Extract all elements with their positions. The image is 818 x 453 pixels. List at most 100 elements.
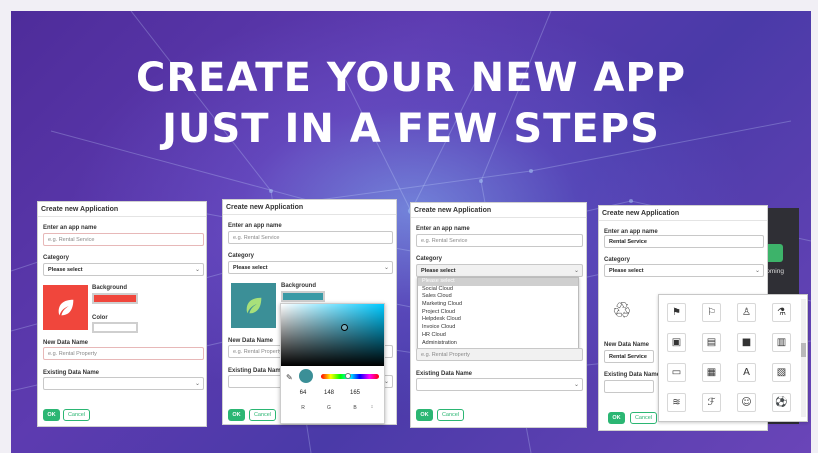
current-color-preview — [299, 369, 313, 383]
cancel-button[interactable]: Cancel — [63, 409, 90, 421]
form-icon[interactable]: ℱ — [702, 393, 721, 412]
category-option[interactable]: Please select — [418, 278, 578, 286]
category-option[interactable]: Social Cloud — [418, 286, 578, 294]
ok-button[interactable]: OK — [43, 409, 60, 421]
existing-data-select[interactable] — [604, 380, 654, 393]
existing-data-select[interactable]: ⌄ — [416, 378, 583, 391]
icon-panel-scrollbar[interactable] — [801, 299, 806, 417]
data-name-input[interactable]: e.g. Rental Property — [416, 348, 583, 361]
saturation-area[interactable] — [281, 304, 384, 366]
app-icon-preview[interactable] — [43, 285, 88, 330]
cancel-button[interactable]: Cancel — [630, 412, 657, 424]
flask-icon[interactable]: ⚗ — [772, 303, 791, 322]
background-label: Background — [92, 285, 128, 291]
mode-toggle-icon[interactable]: ↕ — [367, 404, 377, 410]
app-name-input[interactable]: e.g. Rental Service — [228, 231, 393, 244]
category-option[interactable]: Project Cloud — [418, 309, 578, 317]
headline-line-1: CREATE YOUR NEW APP — [135, 55, 687, 101]
blue-label: B — [353, 405, 357, 411]
red-label: R — [301, 405, 305, 411]
category-value: Please select — [421, 268, 456, 274]
color-picker-popup: ✎ 64 148 165 R G B ↕ — [280, 303, 385, 424]
wifi-icon[interactable]: ≋ — [667, 393, 686, 412]
category-label: Category — [416, 256, 443, 262]
smile-icon[interactable]: ☺ — [737, 393, 756, 412]
promo-banner: CREATE YOUR NEW APP JUST IN A FEW STEPS … — [11, 11, 811, 453]
category-select[interactable]: Please select ⌄ — [416, 264, 583, 277]
existing-data-label: Existing Data Name — [604, 372, 661, 378]
app-name-label: Enter an app name — [416, 226, 470, 232]
data-name-input[interactable]: Rental Service — [604, 350, 654, 363]
dialog-title: Create new Application — [411, 203, 586, 218]
existing-data-label: Existing Data Name — [416, 371, 473, 377]
chevron-down-icon: ⌄ — [754, 268, 760, 274]
ok-button[interactable]: OK — [416, 409, 433, 421]
create-app-dialog-2: Create new Application Enter an app name… — [222, 199, 397, 425]
red-value[interactable]: 64 — [293, 390, 313, 396]
create-app-dialog-1: Create new Application Enter an app name… — [37, 201, 207, 427]
app-icon-preview[interactable] — [231, 283, 276, 328]
dialog-title: Create new Application — [38, 202, 206, 217]
cancel-button[interactable]: Cancel — [249, 409, 276, 421]
existing-data-label: Existing Data Name — [43, 370, 100, 376]
category-label: Category — [43, 255, 70, 261]
green-value[interactable]: 148 — [319, 390, 339, 396]
foreground-color-swatch[interactable] — [92, 322, 138, 333]
dialog-title: Create new Application — [223, 200, 396, 215]
blue-value[interactable]: 165 — [345, 390, 365, 396]
app-name-label: Enter an app name — [43, 225, 97, 231]
flag-wave-icon[interactable]: ⚑ — [667, 303, 686, 322]
background-label: Background — [281, 283, 317, 289]
app-name-input[interactable]: e.g. Rental Service — [43, 233, 204, 246]
hue-handle[interactable] — [345, 373, 351, 379]
category-option[interactable]: HR Cloud — [418, 332, 578, 340]
font-icon[interactable]: A — [737, 363, 756, 382]
app-name-input[interactable]: e.g. Rental Service — [416, 234, 583, 247]
category-option[interactable]: Sales Cloud — [418, 293, 578, 301]
ok-button[interactable]: OK — [608, 412, 625, 424]
data-name-label: New Data Name — [43, 340, 89, 346]
record-icon[interactable]: ▣ — [667, 333, 686, 352]
eyedropper-icon[interactable]: ✎ — [286, 373, 293, 382]
archive-box-icon[interactable]: ▦ — [702, 363, 721, 382]
headline-line-2: JUST IN A FEW STEPS — [162, 106, 660, 152]
category-select[interactable]: Please select ⌄ — [228, 261, 393, 274]
folder-icon[interactable]: ■ — [737, 333, 756, 352]
category-value: Please select — [48, 267, 83, 273]
category-option[interactable]: Helpdesk Cloud — [418, 316, 578, 324]
category-option[interactable]: Marketing Cloud — [418, 301, 578, 309]
category-label: Category — [604, 257, 631, 263]
app-name-input[interactable]: Rental Service — [604, 235, 764, 248]
cancel-button[interactable]: Cancel — [437, 409, 464, 421]
icon-picker-panel: ⚑ ⚐ ♙ ⚗ ▣ ▤ ■ ▥ ▭ ▦ A ▧ ≋ ℱ ☺ ⚽ — [658, 294, 808, 422]
soccer-icon[interactable]: ⚽ — [772, 393, 791, 412]
background-color-swatch[interactable] — [92, 293, 138, 304]
save-icon[interactable]: ▤ — [702, 333, 721, 352]
dialog-title: Create new Application — [599, 206, 767, 221]
category-label: Category — [228, 253, 255, 259]
background-color-swatch[interactable] — [281, 291, 325, 302]
icon-panel-scroll-thumb[interactable] — [801, 343, 806, 357]
flag-icon[interactable]: ⚐ — [702, 303, 721, 322]
folder-open-icon[interactable]: ▭ — [667, 363, 686, 382]
group-icon[interactable]: ♙ — [737, 303, 756, 322]
data-name-input[interactable]: e.g. Rental Property — [43, 347, 204, 360]
category-select[interactable]: Please select ⌄ — [43, 263, 204, 276]
data-name-label: New Data Name — [604, 342, 650, 348]
create-app-dialog-3: Create new Application Enter an app name… — [410, 202, 587, 428]
category-select[interactable]: Please select ⌄ — [604, 264, 764, 277]
saturation-handle[interactable] — [341, 324, 348, 331]
category-option[interactable]: Invoice Cloud — [418, 324, 578, 332]
chevron-down-icon: ⌄ — [194, 381, 200, 387]
group-icon[interactable]: ♲ — [612, 299, 632, 324]
category-dropdown: Please select Social Cloud Sales Cloud M… — [417, 277, 579, 349]
chevron-down-icon: ⌄ — [194, 267, 200, 273]
leaf-icon — [246, 297, 261, 313]
app-name-label: Enter an app name — [228, 223, 282, 229]
archive-icon[interactable]: ▥ — [772, 333, 791, 352]
color-label: Color — [92, 315, 108, 321]
newspaper-icon[interactable]: ▧ — [772, 363, 791, 382]
ok-button[interactable]: OK — [228, 409, 245, 421]
category-option[interactable]: Administration — [418, 340, 578, 348]
existing-data-select[interactable]: ⌄ — [43, 377, 204, 390]
